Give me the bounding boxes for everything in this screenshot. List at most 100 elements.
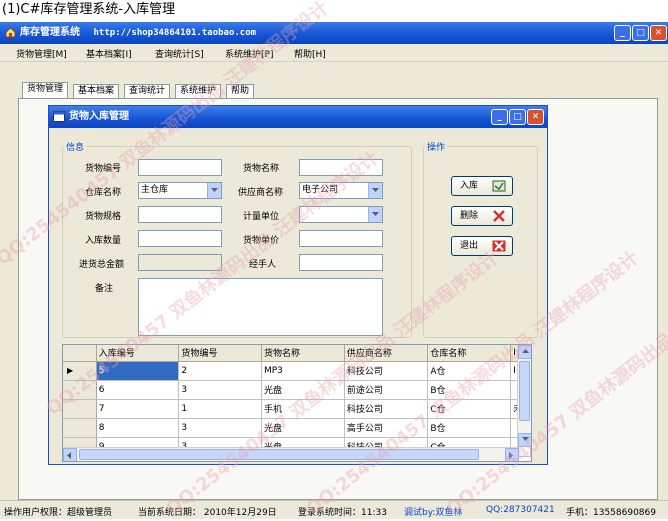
table-cell[interactable]: 光盘 xyxy=(261,418,345,438)
chevron-down-icon[interactable] xyxy=(368,183,382,198)
qty-input[interactable] xyxy=(138,230,222,247)
exit-button-label: 退出 xyxy=(460,241,479,251)
menu-system[interactable]: 系统维护[P] xyxy=(225,47,273,60)
child-close-button[interactable]: ✕ xyxy=(527,109,544,125)
status-login: 登录系统时间：11:33 xyxy=(298,508,387,518)
total-input[interactable] xyxy=(138,254,222,271)
warehouse-select[interactable]: 主仓库 xyxy=(138,182,222,199)
supplier-select[interactable]: 电子公司 xyxy=(299,182,383,199)
tab-goods[interactable]: 货物管理 xyxy=(22,82,69,99)
tab-system[interactable]: 系统维护 xyxy=(175,84,222,98)
unit-select[interactable] xyxy=(299,206,383,223)
table-cell[interactable]: 3 xyxy=(178,380,262,400)
tab-archive[interactable]: 基本档案 xyxy=(73,84,120,98)
horizontal-scroll-thumb[interactable] xyxy=(79,449,479,460)
menu-query[interactable]: 查询统计[S] xyxy=(155,47,204,60)
table-row[interactable]: 8 3 光盘 高手公司 B仓 xyxy=(63,418,531,438)
remark-textarea[interactable] xyxy=(138,278,383,336)
chevron-down-icon[interactable] xyxy=(207,183,221,198)
handler-input[interactable] xyxy=(299,254,383,271)
table-cell[interactable]: B仓 xyxy=(427,380,512,400)
table-row[interactable]: ▶ 5 2 MP3 科技公司 A仓 I xyxy=(63,361,531,381)
table-cell[interactable]: MP3 xyxy=(261,361,345,381)
table-cell[interactable]: 科技公司 xyxy=(344,361,429,381)
column-header[interactable]: 货物名称 xyxy=(261,345,345,362)
operation-legend: 操作 xyxy=(425,140,448,153)
tab-query[interactable]: 查询统计 xyxy=(124,84,171,98)
status-debug: 调试by:双鱼林 xyxy=(404,508,463,518)
table-cell[interactable]: 3 xyxy=(178,418,262,438)
window-url: http://shop34864101.taobao.com xyxy=(93,28,257,38)
column-header[interactable]: 仓库名称 xyxy=(427,345,512,362)
vertical-scroll-thumb[interactable] xyxy=(519,361,530,421)
row-header[interactable] xyxy=(63,380,97,400)
column-header[interactable]: 入库编号 xyxy=(96,345,180,362)
exit-button[interactable]: 退出 xyxy=(451,236,513,256)
inbound-table: 入库编号 货物编号 货物名称 供应商名称 仓库名称 I ▶ 5 2 MP3 科技… xyxy=(63,345,531,457)
menu-archive[interactable]: 基本档案[I] xyxy=(86,47,132,60)
child-maximize-button[interactable]: □ xyxy=(509,109,526,125)
delete-button[interactable]: 删除 xyxy=(451,206,513,226)
table-cell[interactable]: 1 xyxy=(178,399,262,419)
table-cell[interactable]: 科技公司 xyxy=(344,399,429,419)
handler-label: 经手人 xyxy=(249,260,277,270)
red-x-icon xyxy=(493,210,505,222)
status-user: 操作用户权限：超级管理员 xyxy=(4,508,113,518)
column-header[interactable]: 供应商名称 xyxy=(344,345,429,362)
warehouse-value: 主仓库 xyxy=(141,185,169,195)
goods-name-input[interactable] xyxy=(299,159,383,176)
menu-help[interactable]: 帮助[H] xyxy=(294,47,326,60)
minimize-button[interactable]: _ xyxy=(614,25,631,41)
goods-no-label: 货物编号 xyxy=(85,164,122,174)
supplier-label: 供应商名称 xyxy=(238,188,284,198)
spec-label: 货物规格 xyxy=(85,212,122,222)
table-cell[interactable]: 手机 xyxy=(261,399,345,419)
table-cell[interactable]: 7 xyxy=(96,399,180,419)
scroll-down-icon[interactable] xyxy=(518,433,531,447)
maximize-button[interactable]: □ xyxy=(632,25,649,41)
inbound-grid[interactable]: 入库编号 货物编号 货物名称 供应商名称 仓库名称 I ▶ 5 2 MP3 科技… xyxy=(62,344,532,462)
table-cell[interactable]: 光盘 xyxy=(261,380,345,400)
main-titlebar[interactable]: 库存管理系统 http://shop34864101.taobao.com _ … xyxy=(0,22,668,44)
table-row[interactable]: 6 3 光盘 前途公司 B仓 xyxy=(63,380,531,400)
table-cell[interactable]: 高手公司 xyxy=(344,418,429,438)
price-input[interactable] xyxy=(299,230,383,247)
row-header[interactable] xyxy=(63,418,97,438)
table-cell[interactable]: 2 xyxy=(178,361,262,381)
table-cell[interactable]: 6 xyxy=(96,380,180,400)
table-cell[interactable]: B仓 xyxy=(427,418,512,438)
box-icon xyxy=(492,180,506,192)
table-cell[interactable]: A仓 xyxy=(427,361,512,381)
warehouse-label: 仓库名称 xyxy=(85,188,122,198)
table-cell[interactable]: C仓 xyxy=(427,399,512,419)
tab-help[interactable]: 帮助 xyxy=(226,84,255,98)
statusbar: 操作用户权限：超级管理员 当前系统日期： 2010年12月29日 登录系统时间：… xyxy=(0,500,668,519)
child-titlebar[interactable]: 货物入库管理 _ □ ✕ xyxy=(49,106,547,128)
row-header-corner xyxy=(63,345,97,362)
row-header[interactable]: ▶ xyxy=(63,361,97,381)
table-header-row: 入库编号 货物编号 货物名称 供应商名称 仓库名称 I xyxy=(63,345,531,362)
scroll-right-icon[interactable] xyxy=(505,448,519,461)
child-title: 货物入库管理 xyxy=(69,111,129,122)
supplier-value: 电子公司 xyxy=(302,185,339,195)
in-button[interactable]: 入库 xyxy=(451,176,513,196)
column-header[interactable]: 货物编号 xyxy=(178,345,262,362)
grid-vertical-scrollbar[interactable] xyxy=(517,345,531,447)
table-cell[interactable]: 5 xyxy=(96,361,180,381)
row-header[interactable] xyxy=(63,399,97,419)
close-button[interactable]: ✕ xyxy=(650,25,667,41)
scroll-left-icon[interactable] xyxy=(63,448,77,461)
table-cell[interactable]: 前途公司 xyxy=(344,380,429,400)
grid-horizontal-scrollbar[interactable] xyxy=(63,447,519,461)
goods-no-input[interactable] xyxy=(138,159,222,176)
menu-goods[interactable]: 货物管理[M] xyxy=(16,47,67,60)
window-title: 库存管理系统 xyxy=(20,27,80,38)
chevron-down-icon[interactable] xyxy=(368,207,382,222)
table-cell[interactable]: 8 xyxy=(96,418,180,438)
spec-input[interactable] xyxy=(138,206,222,223)
goods-name-label: 货物名称 xyxy=(243,164,280,174)
caption: (1)C#库存管理系统-入库管理 xyxy=(2,2,176,17)
child-minimize-button[interactable]: _ xyxy=(491,109,508,125)
table-row[interactable]: 7 1 手机 科技公司 C仓 禾 xyxy=(63,399,531,419)
scroll-up-icon[interactable] xyxy=(518,345,531,359)
